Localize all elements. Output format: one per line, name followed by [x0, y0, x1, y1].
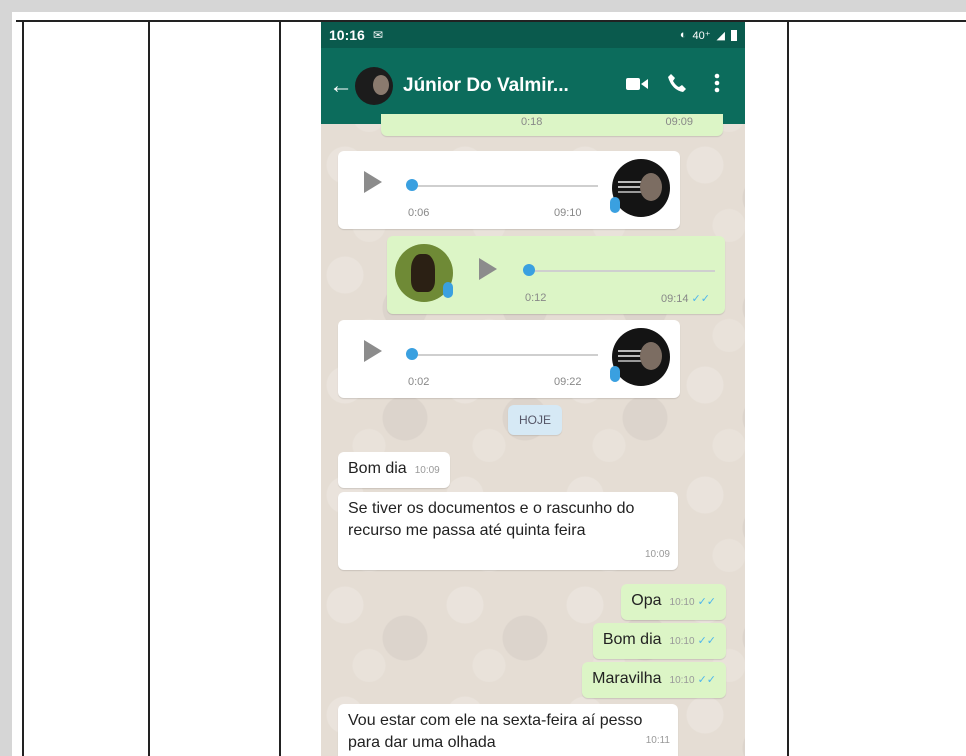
message-time: 10:09 [414, 465, 440, 476]
message-time: 10:09 [644, 549, 670, 560]
frame-left-border [0, 0, 12, 756]
message-time: 10:10 [669, 675, 695, 686]
read-ticks-icon: ✓✓ [697, 596, 716, 608]
voice-message-incoming[interactable]: 0:06 09:10 [338, 151, 680, 229]
voice-progress-track[interactable] [408, 185, 598, 187]
play-icon[interactable] [364, 340, 382, 362]
voice-progress-handle[interactable] [523, 264, 535, 276]
frame-top-border [0, 0, 966, 12]
voice-progress-handle[interactable] [406, 179, 418, 191]
read-ticks-icon: ✓✓ [697, 674, 716, 686]
sender-avatar [612, 328, 670, 386]
text-message-incoming[interactable]: Se tiver os documentos e o rascunho do r… [338, 492, 678, 570]
status-bar: 10:16 ✉ ◐ 40⁺ ◢ [321, 22, 745, 48]
text-message-incoming[interactable]: Vou estar com ele na sexta-feira aí pess… [338, 704, 678, 756]
network-label: 40⁺ [692, 29, 711, 42]
video-call-icon[interactable] [617, 75, 657, 98]
message-time: 10:11 [645, 735, 670, 746]
message-time-wrap: 09:14 ✓✓ [661, 292, 710, 305]
table-column-line [148, 20, 150, 756]
mail-icon: ✉ [372, 28, 383, 42]
back-arrow-icon[interactable]: ← [329, 72, 353, 100]
text-message-outgoing[interactable]: Opa 10:10 ✓✓ [621, 584, 726, 620]
voice-message-outgoing[interactable]: 0:12 09:14 ✓✓ [387, 236, 725, 314]
signal-icon: ◢ [716, 29, 725, 42]
text-message-outgoing[interactable]: Maravilha 10:10 ✓✓ [582, 662, 726, 698]
voice-message-outgoing[interactable]: 0:18 09:09 [381, 114, 723, 136]
voice-duration: 0:02 [408, 376, 430, 388]
voice-progress-track[interactable] [525, 270, 715, 272]
read-ticks-icon: ✓✓ [691, 293, 710, 305]
message-text: Se tiver os documentos e o rascunho do r… [348, 500, 635, 539]
text-message-incoming[interactable]: Bom dia 10:09 [338, 452, 450, 488]
message-time: 09:14 [661, 293, 689, 305]
microphone-icon [610, 366, 620, 382]
message-time: 10:10 [669, 597, 695, 608]
read-ticks-icon: ✓✓ [697, 635, 716, 647]
battery-icon [731, 29, 737, 41]
voice-progress-track[interactable] [408, 354, 598, 356]
microphone-icon [443, 282, 453, 298]
table-column-line [279, 20, 281, 756]
message-time: 10:10 [669, 636, 695, 647]
chat-header: ← Júnior Do Valmir... [321, 48, 745, 124]
vibrate-icon: ◐ [679, 29, 687, 41]
sender-avatar [612, 159, 670, 217]
date-divider: HOJE [508, 405, 562, 435]
more-vert-icon[interactable] [697, 73, 737, 99]
play-icon[interactable] [479, 258, 497, 280]
message-time: 09:09 [665, 116, 693, 128]
contact-avatar[interactable] [355, 67, 393, 105]
voice-progress-handle[interactable] [406, 348, 418, 360]
message-text: Bom dia [602, 631, 662, 648]
microphone-icon [610, 197, 620, 213]
message-time: 09:10 [554, 207, 582, 219]
voice-message-incoming[interactable]: 0:02 09:22 [338, 320, 680, 398]
contact-name[interactable]: Júnior Do Valmir... [403, 75, 617, 97]
table-column-line [22, 20, 24, 756]
voice-duration: 0:18 [521, 116, 543, 128]
text-message-outgoing[interactable]: Bom dia 10:10 ✓✓ [592, 623, 726, 659]
status-icons: ◐ 40⁺ ◢ [680, 29, 737, 42]
message-text: Maravilha [592, 670, 662, 687]
message-text: Opa [631, 592, 662, 609]
message-text: Vou estar com ele na sexta-feira aí pess… [348, 712, 643, 751]
table-column-line [787, 20, 789, 756]
status-time: 10:16 [329, 27, 365, 43]
phone-icon[interactable] [657, 73, 697, 99]
voice-duration: 0:12 [525, 292, 547, 304]
whatsapp-screenshot: 10:16 ✉ ◐ 40⁺ ◢ ← Júnior Do Valmir... 0:… [321, 22, 745, 756]
message-time: 09:22 [554, 376, 582, 388]
voice-duration: 0:06 [408, 207, 430, 219]
play-icon[interactable] [364, 171, 382, 193]
message-text: Bom dia [348, 460, 407, 477]
